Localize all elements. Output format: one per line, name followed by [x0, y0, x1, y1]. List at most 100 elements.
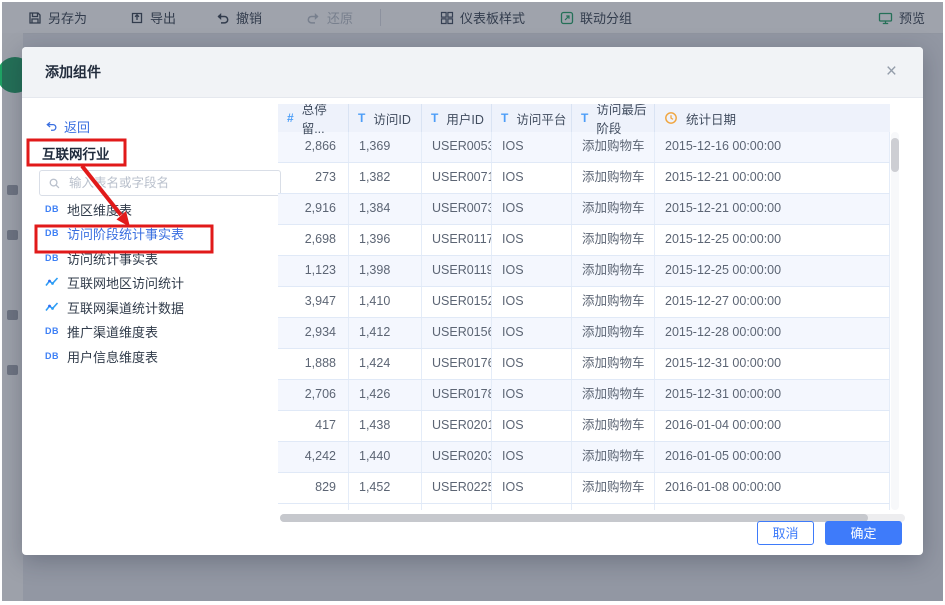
table-cell: 1,438: [349, 411, 422, 441]
table-cell: 添加购物车: [572, 225, 655, 255]
table-cell: 2015-12-28 00:00:00: [655, 318, 890, 348]
table-cell: 1,440: [349, 442, 422, 472]
table-cell: IOS: [492, 225, 572, 255]
table-cell: 添加购物车: [572, 318, 655, 348]
table-header: # 总停留... T 访问ID T 用户ID T 访问平台 T 访问最后阶段 统计日期: [278, 104, 890, 136]
table-row: 3,947 1,410 USER0152 IOS 添加购物车 2015-12-2…: [278, 287, 890, 318]
column-header[interactable]: T 访问平台: [492, 104, 572, 132]
table-cell: 4,242: [278, 442, 349, 472]
text-type-icon: T: [581, 111, 589, 125]
table-cell: 2015-12-21 00:00:00: [655, 194, 890, 224]
column-label: 用户ID: [446, 112, 484, 127]
table-cell: 1,382: [349, 163, 422, 193]
line-chart-icon: [45, 302, 59, 311]
table-row: 2,698 1,396 USER0117 IOS 添加购物车 2015-12-2…: [278, 225, 890, 256]
table-cell: 2015-12-21 00:00:00: [655, 163, 890, 193]
table-cell: 添加购物车: [572, 442, 655, 472]
modal-header: 添加组件 ×: [22, 47, 923, 98]
back-button[interactable]: 返回: [45, 117, 90, 136]
table-cell: IOS: [492, 349, 572, 379]
dataset-item[interactable]: DB 访问统计事实表: [45, 246, 158, 270]
table-cell: 添加购物车: [572, 287, 655, 317]
table-cell: 添加购物车: [572, 473, 655, 503]
table-cell: IOS: [492, 256, 572, 286]
column-header[interactable]: T 访问ID: [349, 104, 422, 132]
table-cell: 1,123: [278, 256, 349, 286]
table-cell: 417: [278, 411, 349, 441]
table-cell: 2015-12-25 00:00:00: [655, 256, 890, 286]
table-row: 829 1,452 USER0225 IOS 添加购物车 2016-01-08 …: [278, 473, 890, 504]
column-header[interactable]: T 用户ID: [422, 104, 492, 132]
table-cell: IOS: [492, 380, 572, 410]
dataset-item[interactable]: DB 地区维度表: [45, 197, 132, 221]
table-cell: 1,398: [349, 256, 422, 286]
vertical-scrollbar-thumb[interactable]: [891, 138, 899, 172]
table-cell: 2,698: [278, 225, 349, 255]
table-cell: USER0117: [422, 225, 492, 255]
dataset-item[interactable]: DB 推广渠道维度表: [45, 319, 158, 343]
table-cell: USER0178: [422, 380, 492, 410]
table-row-partial: [278, 504, 890, 510]
add-component-modal: 添加组件 × 返回 互联网行业 DB 地区维度表 DB 访问阶段统计事实表 DB: [22, 47, 923, 555]
table-cell: USER0225: [422, 473, 492, 503]
search-input[interactable]: [67, 175, 272, 191]
data-preview-table: # 总停留... T 访问ID T 用户ID T 访问平台 T 访问最后阶段 统计日期 2…: [278, 104, 890, 510]
dataset-label: 推广渠道维度表: [67, 324, 159, 340]
table-cell: USER0201: [422, 411, 492, 441]
table-cell: USER0073: [422, 194, 492, 224]
table-cell: 2016-01-08 00:00:00: [655, 473, 890, 503]
table-cell: IOS: [492, 163, 572, 193]
dataset-item[interactable]: 互联网渠道统计数据: [45, 295, 184, 319]
dataset-label: 互联网渠道统计数据: [67, 300, 185, 316]
table-cell: USER0119: [422, 256, 492, 286]
table-cell: USER0203: [422, 442, 492, 472]
db-table-icon: DB: [45, 253, 59, 263]
column-header[interactable]: # 总停留...: [278, 104, 349, 136]
table-row: 417 1,438 USER0201 IOS 添加购物车 2016-01-04 …: [278, 411, 890, 442]
table-cell: 273: [278, 163, 349, 193]
table-cell: 2016-01-04 00:00:00: [655, 411, 890, 441]
table-cell: 3,947: [278, 287, 349, 317]
table-cell: 2015-12-31 00:00:00: [655, 380, 890, 410]
table-cell: USER0053: [422, 132, 492, 162]
close-icon[interactable]: ×: [886, 60, 897, 84]
table-cell: 2015-12-31 00:00:00: [655, 349, 890, 379]
dataset-item[interactable]: 互联网地区访问统计: [45, 270, 184, 294]
dataset-item-selected[interactable]: DB 访问阶段统计事实表: [45, 221, 184, 245]
db-table-icon: DB: [45, 351, 59, 361]
text-type-icon: T: [501, 111, 509, 125]
table-cell: 1,412: [349, 318, 422, 348]
table-row: 4,242 1,440 USER0203 IOS 添加购物车 2016-01-0…: [278, 442, 890, 473]
table-cell: 1,888: [278, 349, 349, 379]
vertical-scrollbar-track: [891, 132, 899, 510]
table-cell: 添加购物车: [572, 163, 655, 193]
dataset-label: 用户信息维度表: [67, 349, 159, 365]
table-cell: 2,866: [278, 132, 349, 162]
table-cell: USER0176: [422, 349, 492, 379]
table-cell: 1,384: [349, 194, 422, 224]
table-row: 2,706 1,426 USER0178 IOS 添加购物车 2015-12-3…: [278, 380, 890, 411]
table-cell: USER0152: [422, 287, 492, 317]
table-cell: 1,452: [349, 473, 422, 503]
table-cell: 添加购物车: [572, 411, 655, 441]
cancel-button[interactable]: 取消: [757, 521, 814, 545]
table-cell: 添加购物车: [572, 349, 655, 379]
table-cell: 1,426: [349, 380, 422, 410]
table-row: 1,888 1,424 USER0176 IOS 添加购物车 2015-12-3…: [278, 349, 890, 380]
column-header[interactable]: T 访问最后阶段: [572, 104, 655, 136]
table-cell: 829: [278, 473, 349, 503]
search-box: [39, 170, 281, 196]
table-cell: 2016-01-05 00:00:00: [655, 442, 890, 472]
table-cell: 2015-12-25 00:00:00: [655, 225, 890, 255]
modal-title: 添加组件: [45, 64, 101, 80]
text-type-icon: T: [358, 111, 366, 125]
table-cell: USER0071: [422, 163, 492, 193]
table-cell: 1,424: [349, 349, 422, 379]
table-cell: IOS: [492, 442, 572, 472]
column-header[interactable]: 统计日期: [655, 104, 890, 132]
table-cell: 2,934: [278, 318, 349, 348]
confirm-button[interactable]: 确定: [825, 521, 902, 545]
table-cell: 2015-12-16 00:00:00: [655, 132, 890, 162]
dataset-item[interactable]: DB 用户信息维度表: [45, 344, 158, 368]
table-cell: USER0156: [422, 318, 492, 348]
